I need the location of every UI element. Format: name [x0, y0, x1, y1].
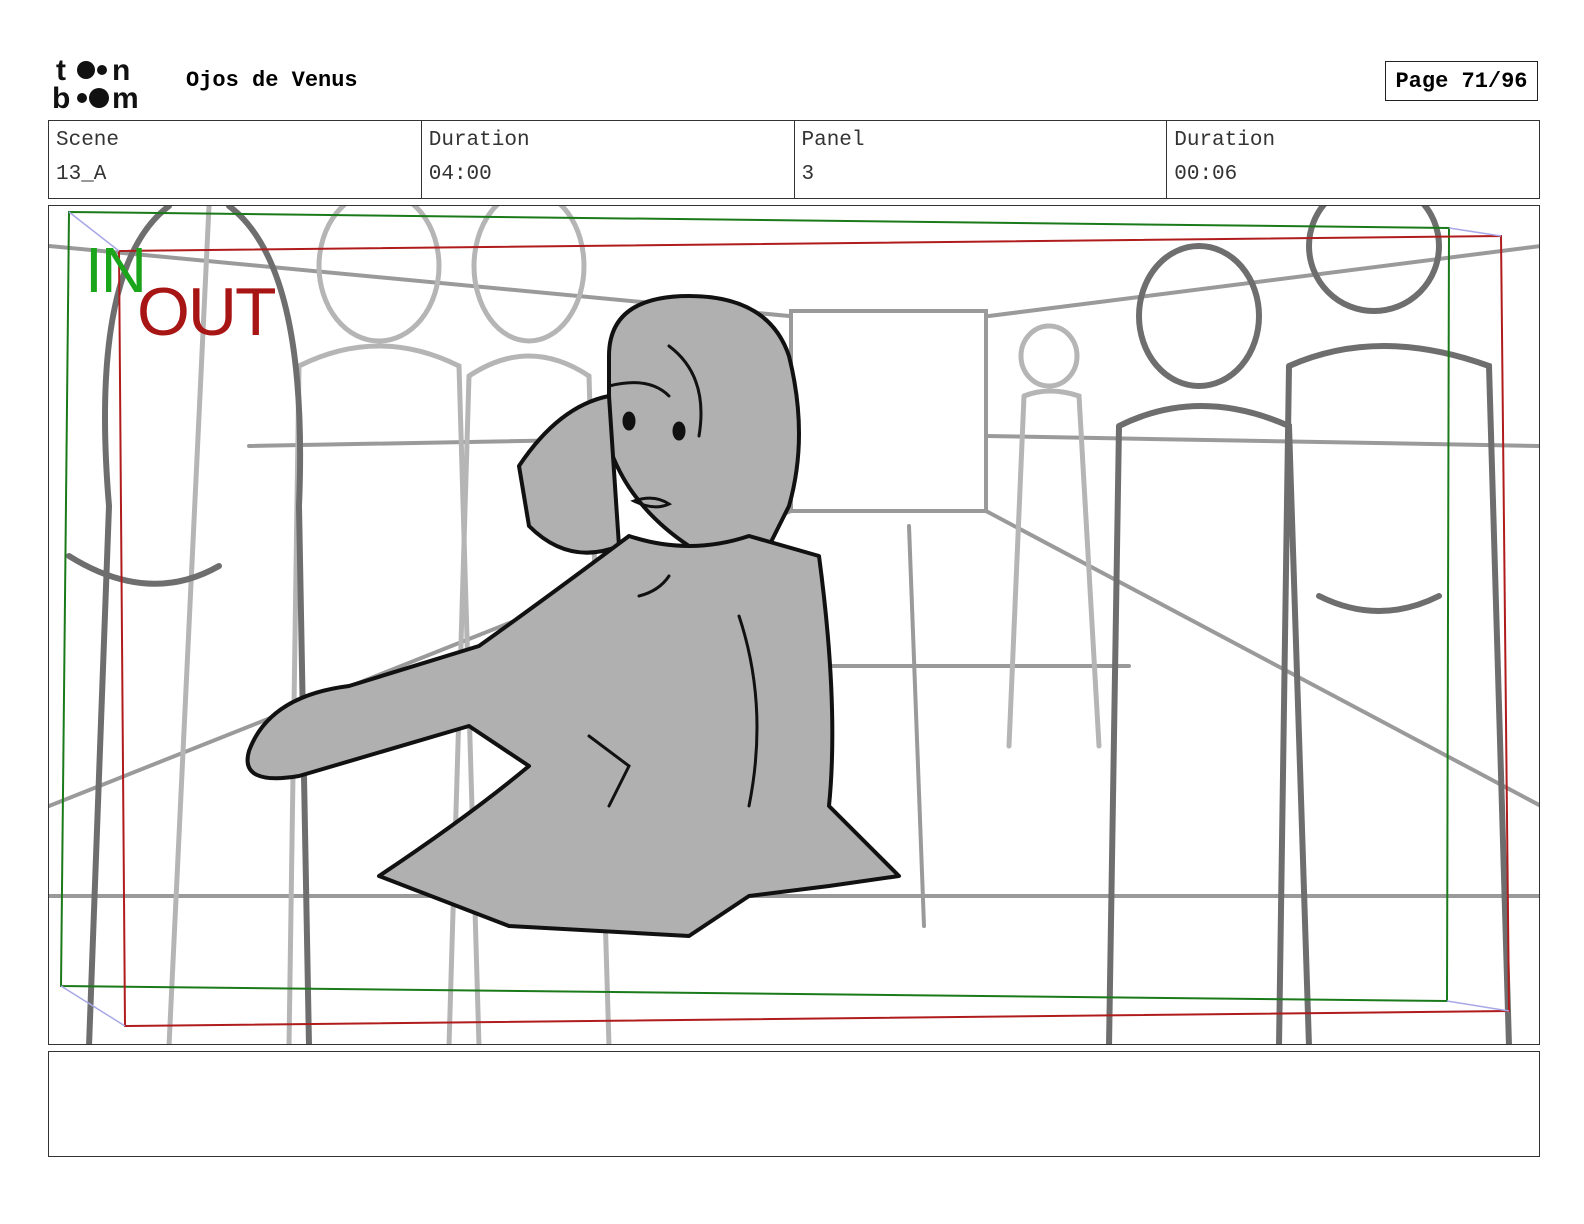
- panel-duration-label: Duration: [1174, 129, 1276, 152]
- panel-cell: Panel 3: [795, 121, 1168, 198]
- page-indicator: Page 71/96: [1385, 61, 1538, 101]
- panel-duration-cell: Duration 00:06: [1167, 121, 1539, 198]
- scene-duration-value: 04:00: [428, 163, 492, 186]
- project-title: Ojos de Venus: [186, 68, 358, 93]
- in-frame-label: IN: [85, 234, 147, 306]
- svg-text:b: b: [52, 82, 70, 112]
- scene-label: Scene: [56, 129, 120, 152]
- svg-text:m: m: [112, 82, 139, 112]
- out-frame-label: OUT: [137, 274, 277, 350]
- scene-duration-cell: Duration 04:00: [422, 121, 795, 198]
- action-notes-box[interactable]: [48, 1051, 1540, 1157]
- scene-cell: Scene 13_A: [49, 121, 422, 198]
- panel-label: Panel: [801, 129, 865, 152]
- panel-info-row: Scene 13_A Duration 04:00 Panel 3 Durati…: [48, 120, 1540, 199]
- scene-duration-label: Duration: [428, 129, 530, 152]
- panel-value: 3: [801, 163, 815, 186]
- toon-boom-logo: t n b m: [52, 54, 139, 112]
- scene-value: 13_A: [56, 163, 107, 186]
- panel-duration-value: 00:06: [1174, 163, 1238, 186]
